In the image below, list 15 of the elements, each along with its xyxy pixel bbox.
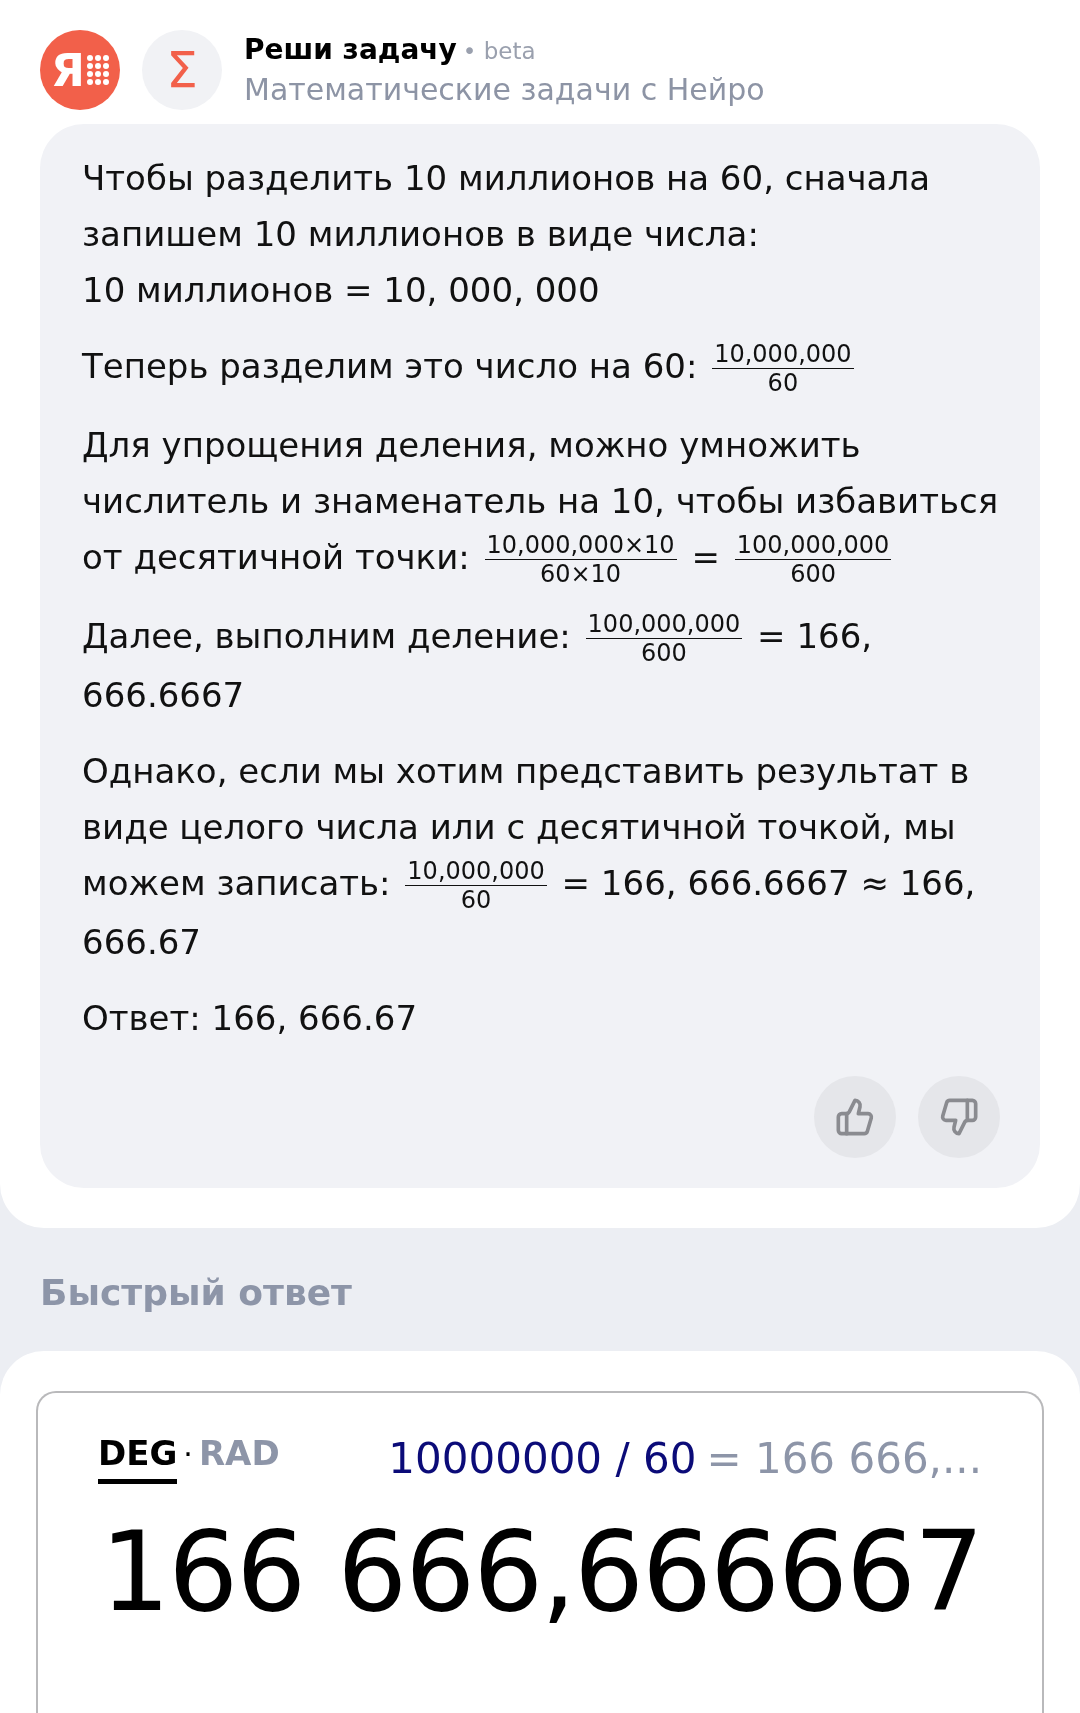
skill-title: Реши задачу: [244, 33, 457, 66]
mode-separator: ·: [183, 1437, 193, 1472]
expression: 10000000 / 60: [388, 1434, 697, 1483]
result-preview: = 166 666,...: [706, 1434, 982, 1483]
skill-subtitle: Математические задачи с Нейро: [244, 72, 765, 107]
logo: Я: [40, 30, 120, 110]
thumbs-up-icon: [835, 1097, 875, 1137]
answer-paragraph: Чтобы разделить 10 миллионов на 60, сначала запишем 10 миллионов в виде числа: 10 миллионов = 10, 000, 000: [82, 157, 931, 312]
answer-paragraph: Ответ: 166, 666.67: [82, 997, 419, 1040]
section-heading: Быстрый ответ: [39, 1271, 353, 1315]
sigma-icon: Σ: [142, 30, 222, 110]
angle-mode-tab[interactable]: DEG: [98, 1433, 178, 1484]
beta-label: • beta: [462, 38, 536, 64]
result-value: 166 666,666667: [99, 1508, 982, 1636]
thumbs-down-icon: [939, 1097, 979, 1137]
